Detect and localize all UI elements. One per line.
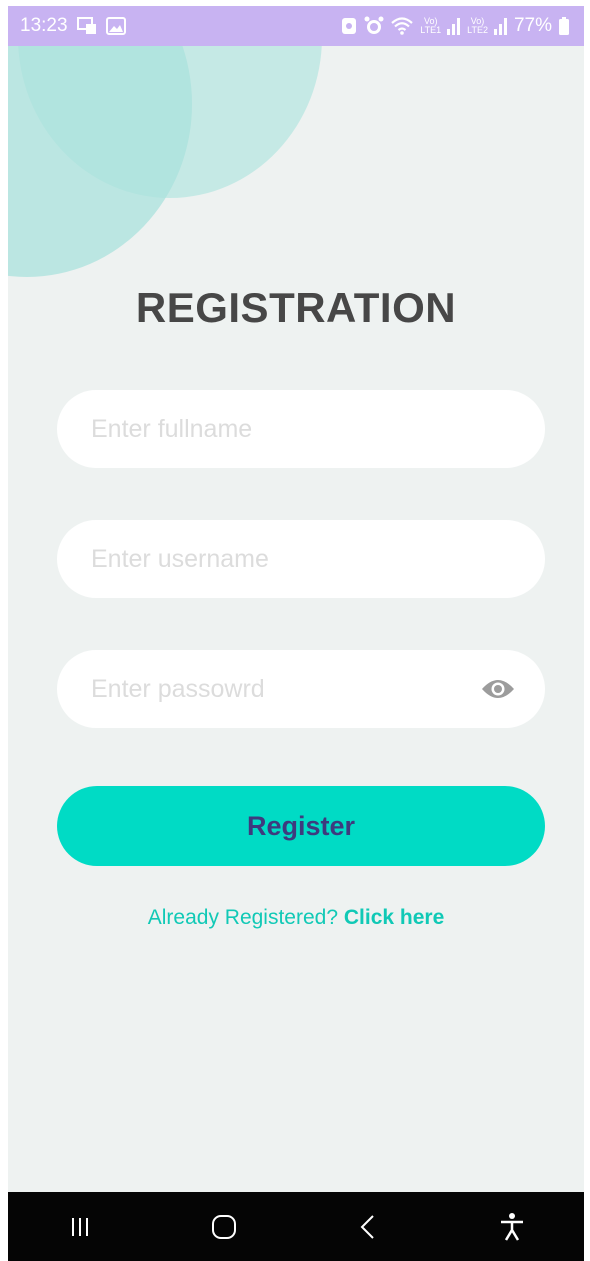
signal-icon [493,17,508,35]
wifi-icon [390,16,414,36]
status-time: 13:23 [20,15,68,36]
home-icon[interactable] [194,1202,254,1252]
back-icon[interactable] [338,1202,398,1252]
eye-icon[interactable] [479,675,517,703]
battery-percent: 77% [513,15,552,36]
battery-saver-icon [340,16,358,36]
username-input[interactable] [89,543,453,575]
registration-screen: 13:23 Vo) LTE1 Vo) LTE2 77% REGISTRATION… [8,6,584,1192]
network-label-1: Vo) LTE1 [420,16,442,35]
alarm-icon [364,16,384,36]
username-field[interactable] [57,520,545,598]
network-label-2: Vo) LTE2 [467,16,488,35]
status-bar: 13:23 Vo) LTE1 Vo) LTE2 77% [8,6,584,46]
navigation-bar [8,1192,584,1261]
image-icon [105,17,126,35]
accessibility-icon[interactable] [482,1202,542,1252]
recents-icon[interactable] [50,1202,110,1252]
password-input[interactable] [89,673,453,705]
login-prompt-line: Already Registered? Click here [8,906,584,930]
signal-icon [447,17,461,35]
password-field[interactable] [57,650,545,728]
register-button[interactable]: Register [57,786,545,866]
decorative-circle [8,6,192,277]
page-title: REGISTRATION [135,284,457,331]
login-link[interactable]: Click here [344,906,444,929]
fullname-field[interactable] [57,390,545,468]
battery-icon [558,16,570,36]
cast-icon [76,16,98,36]
fullname-input[interactable] [89,413,453,445]
login-prompt-text: Already Registered? [147,906,339,929]
